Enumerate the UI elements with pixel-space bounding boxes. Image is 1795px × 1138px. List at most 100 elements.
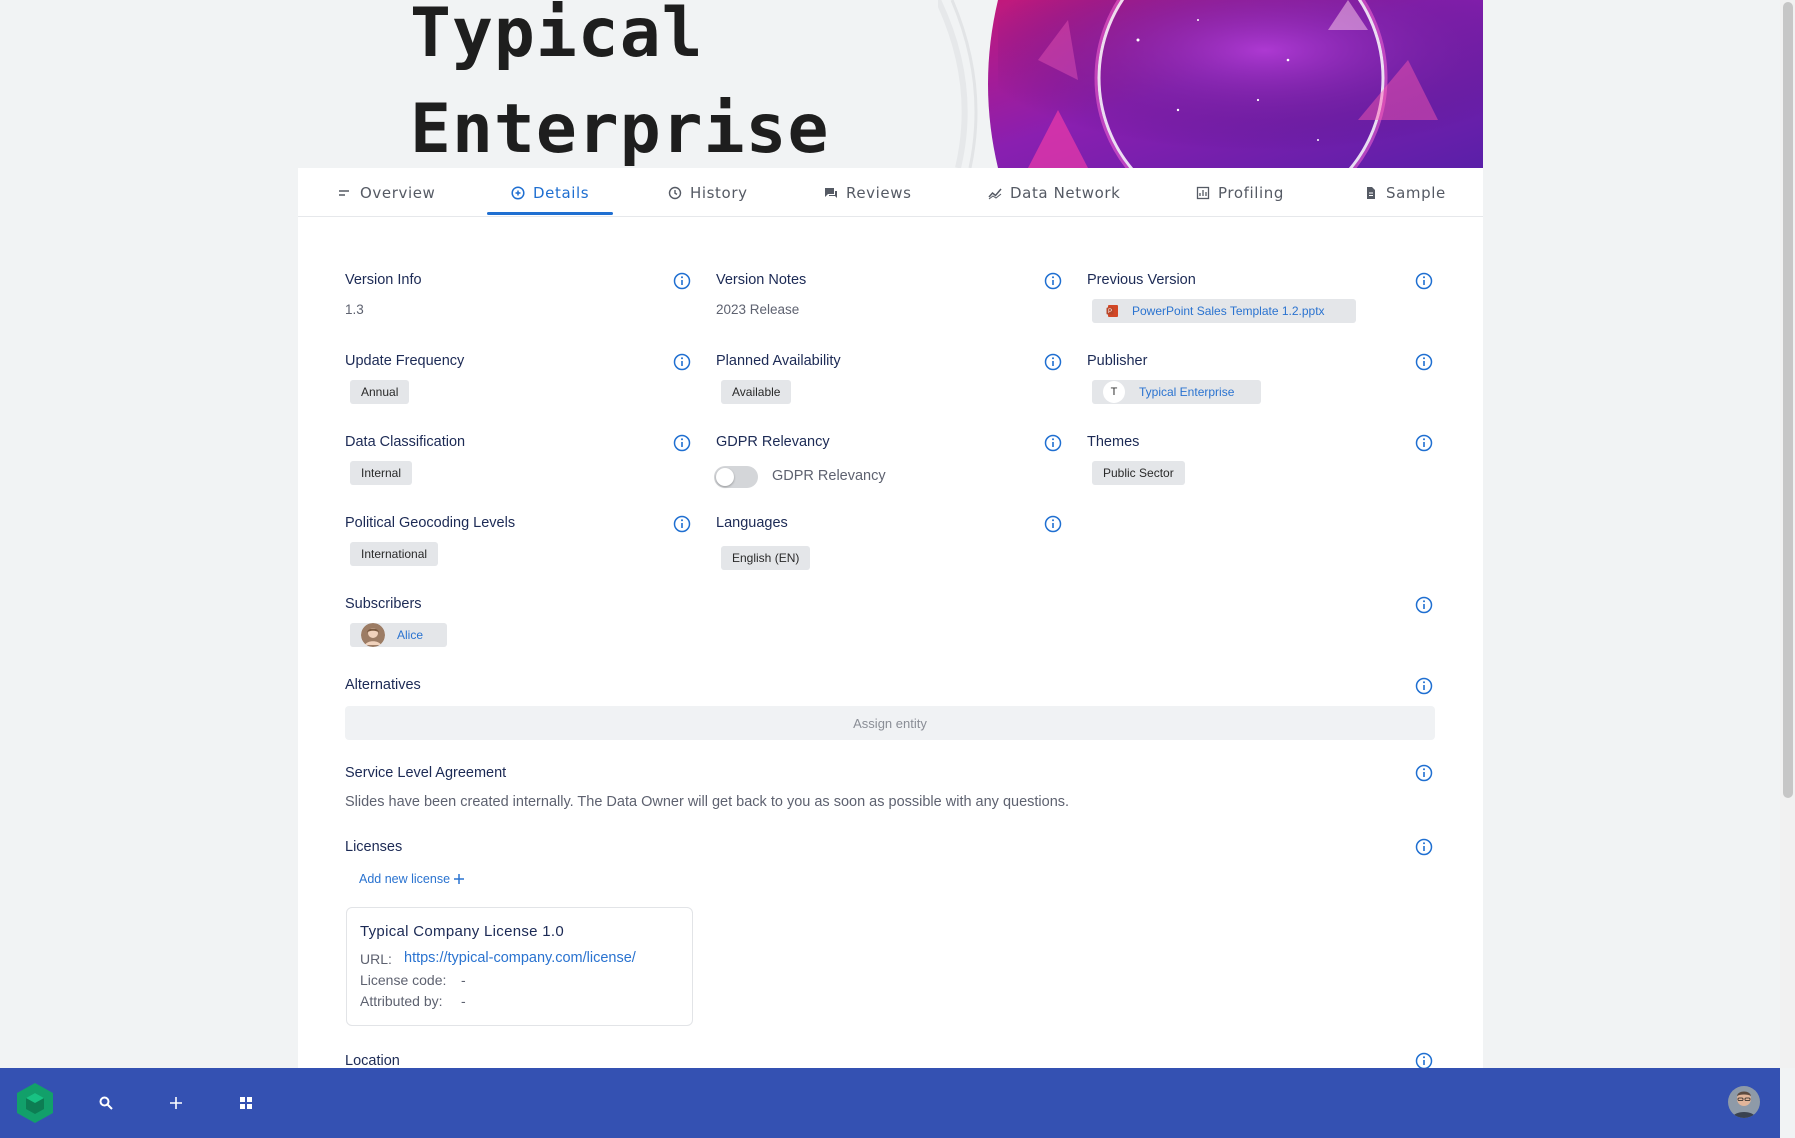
tab-sample-label: Sample [1386, 183, 1446, 202]
alternatives-label: Alternatives [345, 677, 421, 693]
previous-version-label: Previous Version [1087, 272, 1196, 288]
info-icon[interactable] [1415, 838, 1433, 856]
user-avatar[interactable] [1728, 1086, 1760, 1118]
sla-text: Slides have been created internally. The… [345, 794, 1070, 810]
license-url-label: URL: [360, 951, 392, 967]
bottom-navigation-bar [0, 1068, 1780, 1138]
subscriber-chip[interactable]: Alice [350, 623, 447, 647]
gdpr-relevancy-toggle-label: GDPR Relevancy [772, 468, 886, 484]
svg-text:P: P [1108, 309, 1112, 315]
license-attributed-value: - [461, 993, 466, 1009]
sla-label: Service Level Agreement [345, 765, 507, 781]
network-icon [988, 188, 1002, 199]
political-geocoding-label: Political Geocoding Levels [345, 515, 516, 531]
languages-chip: English (EN) [721, 546, 811, 570]
info-icon[interactable] [1044, 434, 1062, 452]
tab-history-label: History [690, 183, 748, 202]
info-icon[interactable] [673, 353, 691, 371]
info-icon[interactable] [1415, 677, 1433, 695]
languages-label: Languages [716, 515, 788, 531]
license-url-link[interactable]: https://typical-company.com/license/ [404, 950, 636, 966]
gdpr-relevancy-toggle[interactable] [714, 466, 758, 488]
page-title: Typical Enterprise [410, 0, 829, 168]
powerpoint-icon: P [1106, 305, 1118, 317]
hero-banner: Typical Enterprise [298, 0, 1483, 168]
political-geocoding-chip: International [350, 542, 439, 566]
tab-overview[interactable]: Overview [338, 168, 435, 217]
hero-image [938, 0, 1483, 168]
history-icon [668, 186, 682, 199]
info-icon[interactable] [1044, 353, 1062, 371]
location-label: Location [345, 1053, 400, 1069]
add-license-button[interactable]: Add new license [359, 872, 465, 886]
tab-history[interactable]: History [668, 168, 748, 217]
version-notes-value: 2023 Release [716, 302, 800, 317]
themes-chip: Public Sector [1092, 461, 1185, 485]
version-info-value: 1.3 [345, 302, 364, 317]
license-attributed-label: Attributed by: [360, 993, 443, 1009]
themes-label: Themes [1087, 434, 1140, 450]
tab-reviews[interactable]: Reviews [824, 168, 912, 217]
license-code-value: - [461, 972, 466, 988]
update-frequency-label: Update Frequency [345, 353, 465, 369]
plus-icon [170, 1097, 182, 1109]
licenses-label: Licenses [345, 839, 403, 855]
tab-profiling-label: Profiling [1218, 183, 1285, 202]
tab-reviews-label: Reviews [846, 183, 912, 202]
search-button[interactable] [91, 1088, 121, 1118]
license-code-label: License code: [360, 972, 447, 988]
apps-button[interactable] [231, 1088, 261, 1118]
profiling-icon [1196, 186, 1210, 199]
data-classification-chip: Internal [350, 461, 413, 485]
tab-sample[interactable]: Sample [1364, 168, 1446, 217]
info-icon[interactable] [673, 272, 691, 290]
search-icon [99, 1096, 113, 1110]
subscribers-label: Subscribers [345, 596, 422, 612]
update-frequency-chip: Annual [350, 380, 410, 404]
info-icon[interactable] [1415, 764, 1433, 782]
plus-icon [454, 874, 465, 884]
tab-data-network-label: Data Network [1010, 183, 1121, 202]
tab-data-network[interactable]: Data Network [988, 168, 1120, 217]
info-icon[interactable] [673, 434, 691, 452]
publisher-chip[interactable]: T Typical Enterprise [1092, 380, 1261, 404]
tab-profiling[interactable]: Profiling [1196, 168, 1284, 217]
grid-icon [240, 1097, 252, 1109]
plus-circle-icon [511, 185, 525, 200]
assign-entity-button[interactable]: Assign entity [345, 706, 1435, 740]
document-icon [1367, 186, 1375, 199]
publisher-avatar: T [1103, 381, 1125, 403]
publisher-label: Publisher [1087, 353, 1148, 369]
info-icon[interactable] [1044, 272, 1062, 290]
tab-overview-label: Overview [360, 183, 436, 202]
previous-version-chip[interactable]: P PowerPoint Sales Template 1.2.pptx [1092, 299, 1356, 323]
tab-details[interactable]: Details [511, 168, 589, 217]
page-title-line1: Typical [410, 0, 704, 73]
lines-icon [339, 189, 349, 196]
chat-icon [825, 187, 837, 198]
page-title-line2: Enterprise [410, 90, 830, 168]
info-icon[interactable] [1044, 515, 1062, 533]
subscriber-avatar [361, 623, 385, 647]
info-icon[interactable] [1415, 353, 1433, 371]
toggle-knob [716, 468, 734, 486]
tab-details-label: Details [533, 183, 590, 202]
scrollbar-thumb[interactable] [1783, 2, 1793, 798]
info-icon[interactable] [1415, 434, 1433, 452]
previous-version-value: PowerPoint Sales Template 1.2.pptx [1132, 304, 1325, 318]
license-title: Typical Company License 1.0 [360, 923, 565, 940]
planned-availability-label: Planned Availability [716, 353, 841, 369]
subscriber-name: Alice [397, 628, 424, 642]
tab-bar: Overview Details History Reviews Data Ne… [298, 168, 1483, 217]
version-info-label: Version Info [345, 272, 422, 288]
create-button[interactable] [161, 1088, 191, 1118]
publisher-value: Typical Enterprise [1139, 385, 1235, 399]
info-icon[interactable] [1415, 272, 1433, 290]
data-classification-label: Data Classification [345, 434, 466, 450]
gdpr-relevancy-label: GDPR Relevancy [716, 434, 830, 450]
active-tab-indicator [487, 212, 613, 215]
logo-icon[interactable] [14, 1082, 56, 1124]
info-icon[interactable] [673, 515, 691, 533]
info-icon[interactable] [1415, 596, 1433, 614]
planned-availability-chip: Available [721, 380, 792, 404]
